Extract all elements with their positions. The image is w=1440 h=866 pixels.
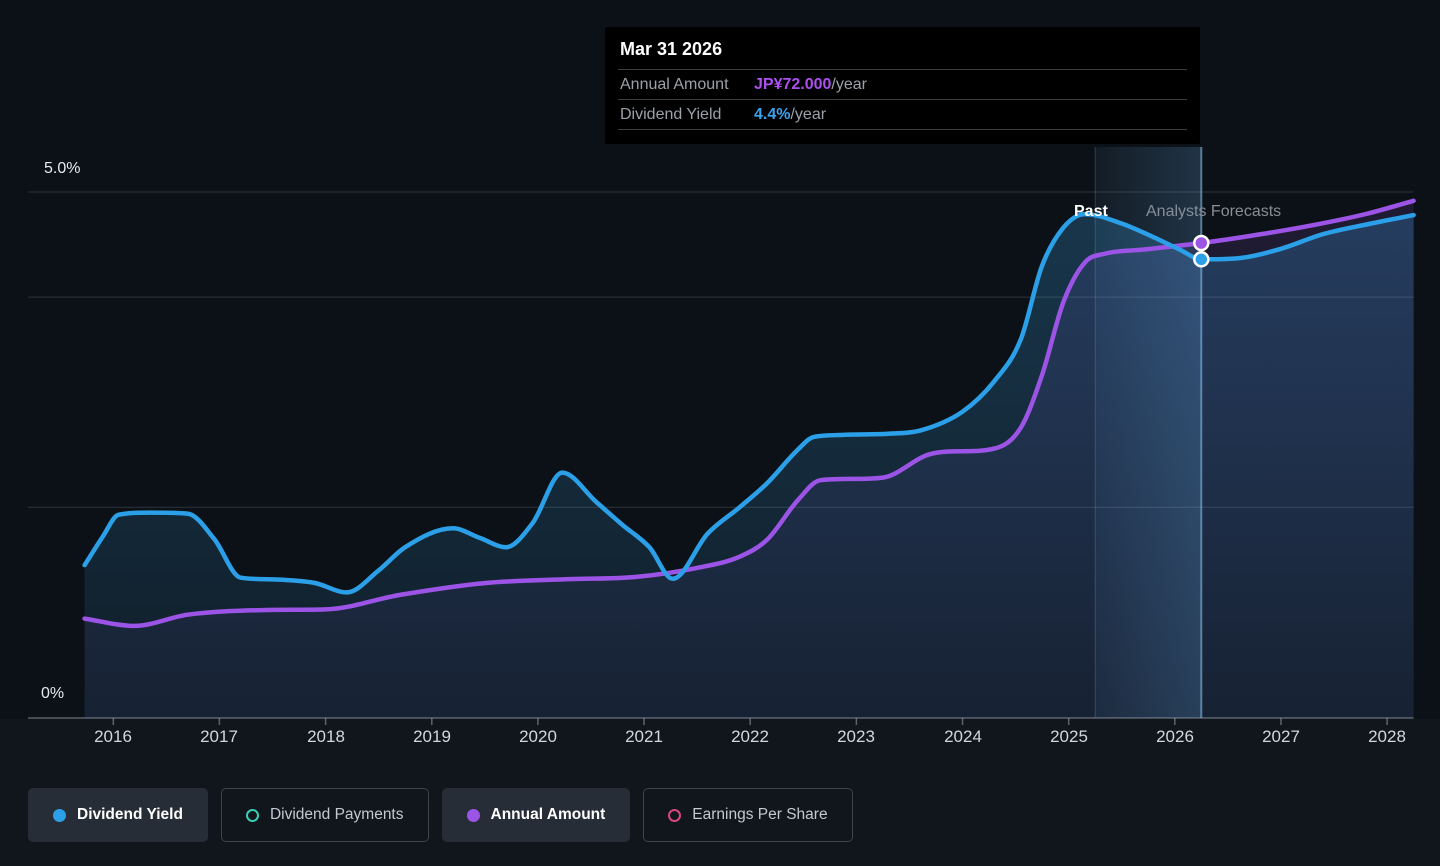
forecast-zone-label: Analysts Forecasts xyxy=(1146,203,1281,221)
y-axis-label-top: 5.0% xyxy=(44,160,80,178)
x-axis-label: 2025 xyxy=(1027,727,1111,747)
chart-legend: Dividend Yield Dividend Payments Annual … xyxy=(28,788,853,842)
x-axis-label: 2016 xyxy=(71,727,155,747)
tooltip-label: Dividend Yield xyxy=(618,106,754,124)
x-axis-label: 2023 xyxy=(814,727,898,747)
tooltip-value: 4.4% xyxy=(754,106,790,123)
tooltip-suffix: /year xyxy=(790,106,826,123)
x-axis-label: 2020 xyxy=(496,727,580,747)
tooltip-row-annual-amount: Annual Amount JP¥72.000/year xyxy=(618,70,1187,100)
dividend-yield-marker[interactable] xyxy=(1194,252,1208,266)
annual-amount-dot-icon xyxy=(467,809,480,822)
y-axis-label-zero: 0% xyxy=(41,685,64,703)
dividend-yield-dot-icon xyxy=(53,809,66,822)
x-axis-label: 2022 xyxy=(708,727,792,747)
x-axis-label: 2028 xyxy=(1345,727,1429,747)
tooltip-suffix: /year xyxy=(831,76,867,93)
legend-button-annual-amount[interactable]: Annual Amount xyxy=(442,788,631,842)
x-axis-label: 2024 xyxy=(921,727,1005,747)
x-axis-label: 2019 xyxy=(390,727,474,747)
tooltip-value: JP¥72.000 xyxy=(754,76,831,93)
x-axis-label: 2018 xyxy=(284,727,368,747)
annual-amount-marker[interactable] xyxy=(1194,236,1208,250)
dividend-payments-ring-icon xyxy=(246,809,259,822)
chart-tooltip: Mar 31 2026 Annual Amount JP¥72.000/year… xyxy=(605,27,1200,144)
tooltip-label: Annual Amount xyxy=(618,76,754,94)
x-axis-label: 2026 xyxy=(1133,727,1217,747)
legend-button-dividend-yield[interactable]: Dividend Yield xyxy=(28,788,208,842)
legend-button-dividend-payments[interactable]: Dividend Payments xyxy=(221,788,429,842)
dividend-chart-page: 5.0% 0% 2016 2017 2018 2019 2020 2021 2022 2023… xyxy=(0,0,1440,866)
tooltip-row-dividend-yield: Dividend Yield 4.4%/year xyxy=(618,100,1187,130)
tooltip-date: Mar 31 2026 xyxy=(618,27,1187,70)
legend-label: Dividend Yield xyxy=(77,806,183,824)
legend-label: Dividend Payments xyxy=(270,806,404,824)
x-axis-label: 2021 xyxy=(602,727,686,747)
legend-button-earnings-per-share[interactable]: Earnings Per Share xyxy=(643,788,852,842)
x-axis-label: 2017 xyxy=(177,727,261,747)
earnings-per-share-ring-icon xyxy=(668,809,681,822)
x-axis-label: 2027 xyxy=(1239,727,1323,747)
legend-label: Earnings Per Share xyxy=(692,806,827,824)
legend-label: Annual Amount xyxy=(491,806,606,824)
past-zone-label: Past xyxy=(1074,203,1108,221)
